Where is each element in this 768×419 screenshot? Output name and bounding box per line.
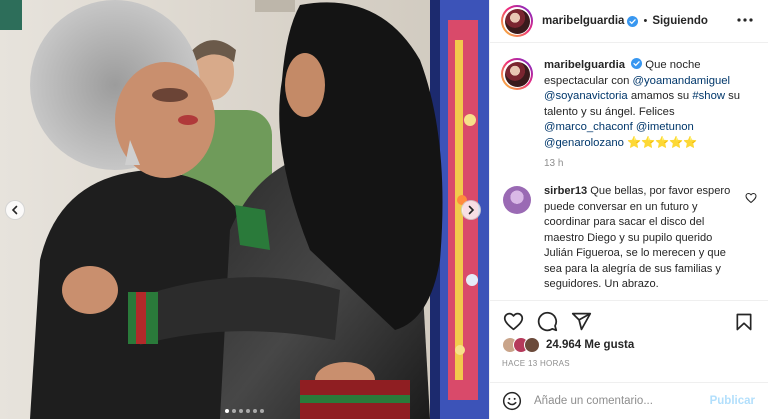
comment-content: Que bellas, por favor espero puede conve…: [544, 185, 731, 290]
likes-count[interactable]: 24.964 Me gusta: [546, 339, 634, 351]
like-button[interactable]: [502, 310, 524, 332]
comment-text: sirber13 Que bellas, por favor espero pu…: [544, 184, 744, 293]
emoji-icon[interactable]: [502, 391, 522, 411]
carousel-indicator: [0, 409, 489, 413]
author-avatar[interactable]: [501, 5, 533, 37]
carousel-prev-button[interactable]: [5, 200, 25, 220]
liker-avatar: [524, 337, 540, 353]
post-media[interactable]: [0, 0, 489, 419]
mention-link[interactable]: @genarolozano: [544, 137, 624, 149]
comments-list[interactable]: maribelguardia Que noche espectacular co…: [490, 44, 768, 300]
publish-button[interactable]: Publicar: [710, 395, 755, 407]
comment-like-icon[interactable]: [745, 192, 757, 204]
mention-link[interactable]: @yoamandamiguel: [633, 75, 731, 87]
post-photo: [0, 0, 489, 419]
carousel-next-button[interactable]: [461, 200, 481, 220]
caption-segment: amamos su: [630, 90, 690, 102]
header-separator: •: [643, 15, 648, 27]
likes-summary[interactable]: 24.964 Me gusta: [502, 337, 634, 353]
caption: maribelguardia Que noche espectacular co…: [501, 58, 763, 169]
caption-text: maribelguardia Que noche espectacular co…: [544, 58, 762, 151]
save-button[interactable]: [733, 311, 755, 333]
carousel-dot: [253, 409, 257, 413]
following-button[interactable]: Siguiendo: [652, 15, 708, 27]
share-icon: [571, 312, 591, 330]
bookmark-icon: [736, 313, 752, 331]
mention-link[interactable]: @imetunon: [636, 121, 694, 133]
carousel-dot: [260, 409, 264, 413]
mention-link[interactable]: @marco_chaconf: [544, 121, 633, 133]
likes-number: 24.964: [546, 339, 582, 351]
comment-button[interactable]: [536, 310, 558, 332]
carousel-dot: [239, 409, 243, 413]
add-comment-bar: Añade un comentario... Publicar: [490, 382, 768, 419]
caption-timestamp[interactable]: 13 h: [544, 158, 762, 169]
post-date[interactable]: HACE 13 HORAS: [502, 359, 570, 368]
verified-icon: [631, 58, 643, 69]
caption-avatar[interactable]: [501, 58, 533, 90]
comment-item: sirber13 Que bellas, por favor espero pu…: [501, 184, 763, 293]
instagram-post: maribelguardia • Siguiendo maribelguardi…: [0, 0, 768, 419]
star-emojis: ⭐⭐⭐⭐⭐: [627, 136, 698, 149]
mention-link[interactable]: @soyanavictoria: [544, 90, 628, 102]
comment-icon: [537, 311, 557, 331]
chevron-left-icon: [11, 205, 18, 215]
more-options-button[interactable]: [735, 10, 755, 30]
post-actions: 24.964 Me gusta HACE 13 HORAS: [490, 300, 768, 382]
commenter-username[interactable]: sirber13: [544, 185, 587, 197]
more-icon: [737, 18, 753, 22]
carousel-dot: [225, 409, 229, 413]
verified-icon: [627, 15, 639, 27]
author-username[interactable]: maribelguardia: [542, 15, 624, 27]
likes-label: Me gusta: [584, 339, 635, 351]
heart-icon: [503, 312, 523, 330]
commenter-avatar[interactable]: [503, 186, 531, 214]
comment-input[interactable]: Añade un comentario...: [534, 395, 653, 407]
post-side-panel: maribelguardia • Siguiendo maribelguardi…: [489, 0, 768, 419]
post-header: maribelguardia • Siguiendo: [490, 0, 768, 43]
carousel-dot: [232, 409, 236, 413]
caption-username[interactable]: maribelguardia: [544, 59, 625, 71]
hashtag-link[interactable]: #show: [692, 90, 725, 102]
chevron-right-icon: [468, 205, 475, 215]
carousel-dot: [246, 409, 250, 413]
share-button[interactable]: [570, 310, 592, 332]
